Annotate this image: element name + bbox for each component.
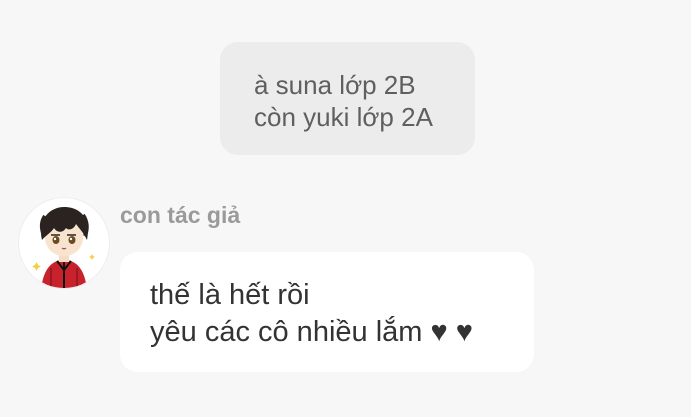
chibi-character-avatar-icon [32,206,95,288]
system-message-line-1: à suna lớp 2B [254,70,416,100]
message-line-2: yêu các cô nhiều lắm ♥ ♥ [150,316,473,348]
message-line-1: thế là hết rồi [150,279,310,311]
sender-avatar[interactable] [19,198,109,288]
message-bubble: thế là hết rồi yêu các cô nhiều lắm ♥ ♥ [120,252,534,372]
chat-view: à suna lớp 2B còn yuki lớp 2A con tác gi… [0,0,691,417]
sender-name: con tác giả [120,202,241,228]
system-message-line-2: còn yuki lớp 2A [254,102,433,132]
system-message-bubble: à suna lớp 2B còn yuki lớp 2A [220,42,475,155]
